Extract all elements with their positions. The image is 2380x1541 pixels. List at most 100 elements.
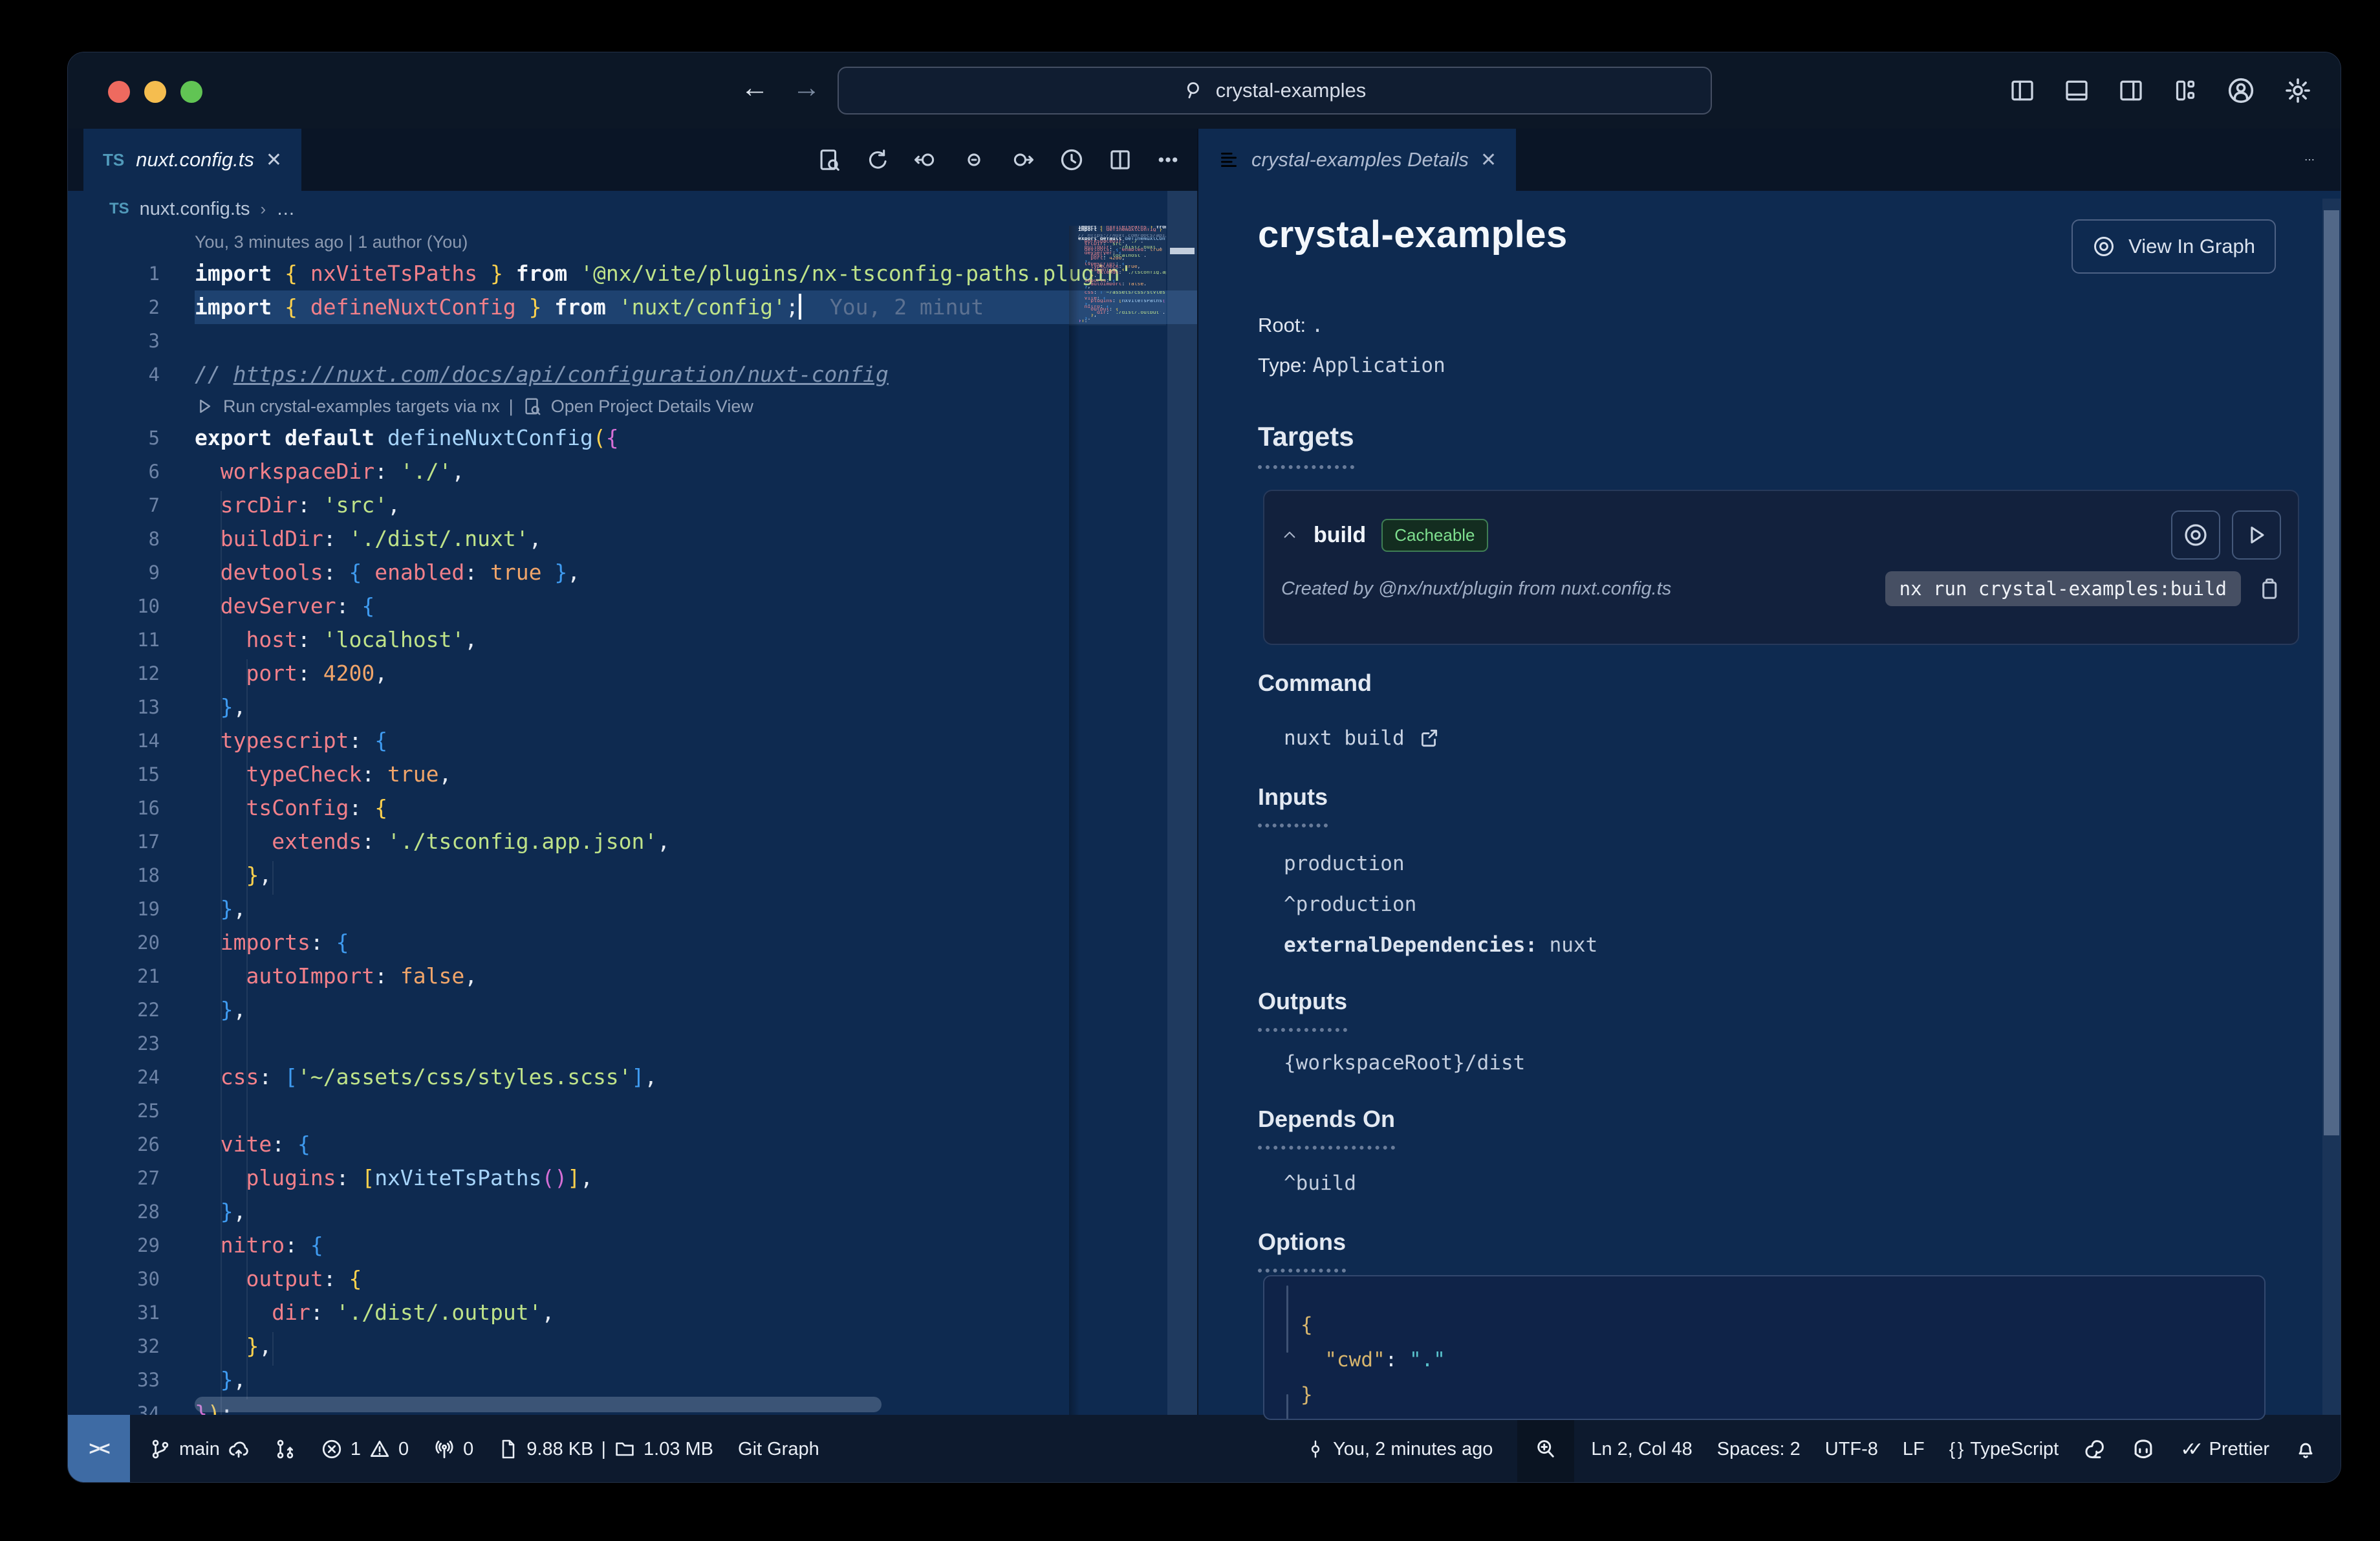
code-line[interactable]: 7 srcDir: 'src', <box>68 488 1197 522</box>
minimap[interactable]: import { nxViteTsPaths } from '@nx/vite/… <box>1069 226 1166 1415</box>
code-line[interactable]: 16 tsConfig: { <box>68 791 1197 825</box>
copy-icon[interactable] <box>2256 576 2281 601</box>
code-editor[interactable]: TS nuxt.config.ts › … You, 3 minutes ago… <box>68 191 1197 1415</box>
minimap-slider[interactable] <box>1069 226 1166 325</box>
back-arrow-icon[interactable]: ← <box>741 72 769 104</box>
code-line[interactable]: 10 devServer: { <box>68 589 1197 623</box>
tab-close-icon[interactable]: ✕ <box>1480 149 1497 171</box>
settings-gear-icon[interactable] <box>2284 76 2312 105</box>
breadcrumb[interactable]: TS nuxt.config.ts › … <box>68 191 1197 227</box>
panel-scrollbar[interactable] <box>2322 199 2341 1415</box>
vertical-scrollbar[interactable] <box>1167 191 1197 1415</box>
close-traffic-light[interactable] <box>108 81 130 103</box>
copilot-item[interactable] <box>2131 1437 2156 1461</box>
tab-project-details[interactable]: crystal-examples Details ✕ <box>1198 129 1517 191</box>
code-line[interactable]: 27 plugins: [nxViteTsPaths()], <box>68 1161 1197 1195</box>
gitlens-graph-item[interactable] <box>274 1438 296 1460</box>
collapse-chevron-icon[interactable] <box>1281 527 1298 543</box>
run-command-chip[interactable]: nx run crystal-examples:build <box>1885 571 2241 606</box>
more-actions-icon[interactable] <box>1156 148 1180 172</box>
git-branch-item[interactable]: main <box>149 1438 250 1460</box>
code-line[interactable]: 33 }, <box>68 1363 1197 1397</box>
encoding-item[interactable]: UTF-8 <box>1825 1439 1878 1460</box>
breadcrumb-file[interactable]: nuxt.config.ts <box>140 199 250 220</box>
file-size-item[interactable]: 9.88 KB | 1.03 MB <box>498 1439 713 1460</box>
code-line[interactable]: 31 dir: './dist/.output', <box>68 1296 1197 1329</box>
horizontal-scrollbar[interactable] <box>195 1397 882 1412</box>
toggle-secondary-sidebar-icon[interactable] <box>2118 78 2144 104</box>
blame-item[interactable]: You, 2 minutes ago <box>1306 1438 1493 1460</box>
toggle-panel-icon[interactable] <box>2064 78 2090 104</box>
code-line[interactable]: 3 <box>68 324 1197 358</box>
code-line[interactable]: 8 buildDir: './dist/.nuxt', <box>68 522 1197 556</box>
code-line[interactable]: 26 vite: { <box>68 1128 1197 1161</box>
command-center-search[interactable]: crystal-examples <box>838 67 1712 115</box>
code-line[interactable]: 15 typeCheck: true, <box>68 758 1197 791</box>
run-target-button[interactable] <box>2232 510 2281 560</box>
indentation-item[interactable]: Spaces: 2 <box>1717 1439 1801 1460</box>
maximize-traffic-light[interactable] <box>180 81 202 103</box>
panel-more-actions-icon[interactable]: ⋯ <box>2304 129 2315 191</box>
run-timer-icon[interactable] <box>1059 147 1085 173</box>
code-line[interactable]: 24 css: ['~/assets/css/styles.scss'], <box>68 1060 1197 1094</box>
code-lines[interactable]: You, 3 minutes ago | 1 author (You) 1 impo… <box>68 227 1197 1415</box>
code-line[interactable]: 22 }, <box>68 993 1197 1027</box>
code-line[interactable]: 29 nitro: { <box>68 1229 1197 1262</box>
change-dot-icon[interactable] <box>962 148 986 172</box>
code-line[interactable]: 19 }, <box>68 892 1197 926</box>
problems-item[interactable]: 1 0 <box>321 1438 409 1460</box>
eol-item[interactable]: LF <box>1903 1439 1925 1460</box>
code-line[interactable]: 5 export default defineNuxtConfig({ <box>68 421 1197 455</box>
codelens-open[interactable]: Open Project Details View <box>551 391 753 421</box>
options-json-editor[interactable]: { "cwd": "." } <box>1263 1275 2266 1420</box>
code-line[interactable]: 18 }, <box>68 858 1197 892</box>
notifications-item[interactable] <box>2294 1437 2317 1461</box>
prettier-item[interactable]: ✓✓ Prettier <box>2180 1438 2269 1461</box>
view-target-graph-button[interactable] <box>2171 510 2220 560</box>
code-line[interactable]: 25 <box>68 1094 1197 1128</box>
codelens-row[interactable]: Run crystal-examples targets via nx | Open… <box>68 391 1197 421</box>
refresh-icon[interactable] <box>865 148 889 172</box>
code-line[interactable]: 11 host: 'localhost', <box>68 623 1197 657</box>
targets-heading: Targets <box>1258 421 1354 469</box>
code-line[interactable]: 21 autoImport: false, <box>68 959 1197 993</box>
code-line[interactable]: 23 <box>68 1027 1197 1060</box>
codelens-run[interactable]: Run crystal-examples targets via nx <box>223 391 500 421</box>
account-icon[interactable] <box>2227 76 2255 105</box>
code-line[interactable]: 2 import { defineNuxtConfig } from 'nuxt/… <box>68 290 1197 324</box>
code-line[interactable]: 28 }, <box>68 1195 1197 1229</box>
next-change-icon[interactable] <box>1010 148 1035 172</box>
customize-layout-icon[interactable] <box>2172 78 2198 104</box>
code-line[interactable]: 9 devtools: { enabled: true }, <box>68 556 1197 589</box>
forward-arrow-icon[interactable]: → <box>792 72 821 104</box>
previous-change-icon[interactable] <box>913 148 938 172</box>
target-name[interactable]: build <box>1314 523 1366 548</box>
minimize-traffic-light[interactable] <box>144 81 166 103</box>
code-line[interactable]: 14 typescript: { <box>68 724 1197 758</box>
gitmoji-item[interactable] <box>2083 1437 2106 1461</box>
code-line[interactable]: 6 workspaceDir: './', <box>68 455 1197 488</box>
code-line[interactable]: 30 output: { <box>68 1262 1197 1296</box>
remote-indicator[interactable]: >< <box>68 1415 130 1482</box>
language-item[interactable]: { } TypeScript <box>1949 1439 2059 1460</box>
code-line[interactable]: 17 extends: './tsconfig.app.json', <box>68 825 1197 858</box>
code-line[interactable]: 4// https://nuxt.com/docs/api/configurat… <box>68 358 1197 391</box>
split-editor-icon[interactable] <box>1108 148 1132 172</box>
code-line[interactable]: 13 }, <box>68 690 1197 724</box>
tab-close-icon[interactable]: ✕ <box>266 149 282 171</box>
external-link-icon[interactable] <box>1418 727 1440 749</box>
toggle-primary-sidebar-icon[interactable] <box>2009 78 2035 104</box>
code-line[interactable]: 12 port: 4200, <box>68 657 1197 690</box>
code-line[interactable]: 32 }, <box>68 1329 1197 1363</box>
code-line[interactable]: 1 import { nxViteTsPaths } from '@nx/vite… <box>68 257 1197 290</box>
type-label: Type: <box>1258 354 1307 377</box>
cursor-position-item[interactable]: Ln 2, Col 48 <box>1591 1439 1692 1460</box>
zenith-zoom-item[interactable] <box>1517 1415 1575 1482</box>
code-line[interactable]: 20 imports: { <box>68 926 1197 959</box>
breadcrumb-symbol[interactable]: … <box>276 199 295 220</box>
view-in-graph-button[interactable]: View In Graph <box>2072 219 2276 274</box>
open-preview-icon[interactable] <box>817 148 841 172</box>
tab-nuxt-config[interactable]: TS nuxt.config.ts ✕ <box>83 129 302 191</box>
git-graph-item[interactable]: Git Graph <box>738 1439 819 1460</box>
ports-item[interactable]: 0 <box>433 1438 473 1460</box>
